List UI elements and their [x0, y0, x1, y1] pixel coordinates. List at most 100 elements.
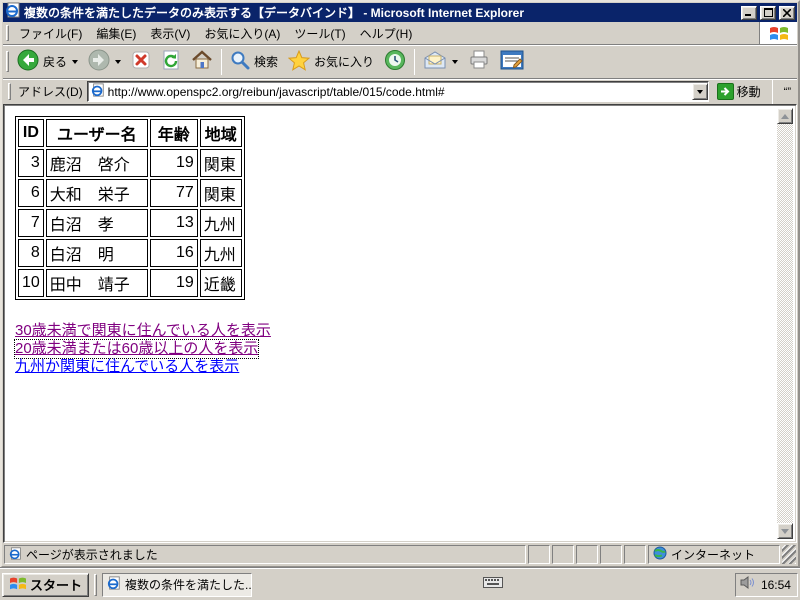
back-dropdown-icon[interactable]	[72, 59, 79, 64]
ime-keyboard-icon[interactable]	[483, 575, 504, 594]
chevron-down-icon	[697, 89, 704, 94]
cell-area: 関東	[199, 179, 242, 207]
toolbar-separator	[221, 48, 223, 75]
address-combo[interactable]	[86, 81, 709, 102]
menu-file[interactable]: ファイル(F)	[12, 23, 89, 44]
menu-edit[interactable]: 編集(E)	[89, 23, 143, 44]
page-ie-icon	[91, 83, 105, 100]
menu-tools[interactable]: ツール(T)	[287, 23, 352, 44]
back-icon	[17, 49, 39, 74]
vertical-scrollbar[interactable]	[777, 108, 793, 539]
status-message: ページが表示されました	[26, 548, 158, 562]
taskbar-clock[interactable]: 16:54	[761, 578, 791, 592]
back-button[interactable]: 戻る	[12, 45, 83, 78]
go-button[interactable]: 移動	[713, 82, 765, 101]
cell-id: 8	[18, 239, 44, 267]
address-bar: アドレス(D) 移動 “”	[3, 78, 797, 105]
scroll-up-button[interactable]	[777, 108, 793, 124]
refresh-icon	[161, 50, 181, 73]
links-band[interactable]: “”	[780, 86, 795, 98]
edit-button[interactable]	[495, 46, 529, 77]
zone-label: インターネット	[671, 548, 756, 562]
web-page: ID ユーザー名 年齢 地域 3 鹿沼 啓介 19 関東 6 大和 栄子 77 …	[7, 108, 777, 539]
table-row: 7 白沼 孝 13 九州	[18, 209, 242, 237]
cell-id: 6	[18, 179, 44, 207]
menu-help[interactable]: ヘルプ(H)	[353, 23, 420, 44]
resize-grip[interactable]	[782, 545, 796, 564]
close-button[interactable]	[779, 5, 795, 20]
print-icon	[468, 50, 490, 73]
internet-globe-icon	[653, 546, 667, 563]
system-tray: 16:54	[734, 572, 798, 597]
table-row: 3 鹿沼 啓介 19 関東	[18, 149, 242, 177]
scroll-down-button[interactable]	[777, 523, 793, 539]
cell-id: 7	[18, 209, 44, 237]
start-button[interactable]: スタート	[2, 572, 90, 597]
col-header-area: 地域	[199, 119, 242, 147]
search-button[interactable]: 検索	[225, 46, 283, 77]
col-header-age: 年齢	[149, 119, 198, 147]
toolbar-separator	[414, 48, 416, 75]
favorites-button[interactable]: お気に入り	[283, 46, 379, 78]
titlebar[interactable]: 複数の条件を満たしたデータのみ表示する【データバインド】 - Microsoft…	[3, 2, 797, 23]
cell-area: 九州	[199, 209, 242, 237]
mail-icon	[423, 51, 447, 72]
window-title: 複数の条件を満たしたデータのみ表示する【データバインド】 - Microsoft…	[24, 6, 525, 20]
cell-age: 77	[149, 179, 198, 207]
scroll-track[interactable]	[777, 124, 793, 523]
table-row: 8 白沼 明 16 九州	[18, 239, 242, 267]
cell-name: 大和 栄子	[45, 179, 148, 207]
forward-button[interactable]	[83, 45, 126, 78]
cell-age: 19	[149, 149, 198, 177]
address-input[interactable]	[107, 83, 689, 100]
start-label: スタート	[30, 578, 83, 593]
favorites-label: お気に入り	[314, 55, 375, 69]
address-separator	[771, 78, 773, 105]
ie-window-icon	[5, 2, 21, 23]
task-label: 複数の条件を満たした...	[125, 578, 253, 592]
browser-viewport: ID ユーザー名 年齢 地域 3 鹿沼 啓介 19 関東 6 大和 栄子 77 …	[3, 104, 797, 543]
address-dropdown-button[interactable]	[691, 83, 708, 100]
print-button[interactable]	[463, 46, 495, 77]
search-label: 検索	[254, 55, 279, 69]
table-row: 6 大和 栄子 77 関東	[18, 179, 242, 207]
browser-window: 複数の条件を満たしたデータのみ表示する【データバインド】 - Microsoft…	[0, 0, 800, 568]
history-button[interactable]	[379, 45, 411, 78]
ie-task-icon	[107, 576, 121, 593]
cell-age: 19	[149, 269, 198, 297]
mail-button[interactable]	[418, 47, 463, 76]
link-kyushu-kanto[interactable]: 九州か関東に住んでいる人を表示	[15, 358, 239, 376]
minimize-button[interactable]	[741, 5, 757, 20]
menu-favorites[interactable]: お気に入り(A)	[197, 23, 287, 44]
cell-area: 九州	[199, 239, 242, 267]
cell-name: 田中 靖子	[45, 269, 148, 297]
windows-logo-throbber	[759, 22, 797, 44]
status-bar: ページが表示されました インターネット	[3, 543, 797, 565]
standard-toolbar: 戻る 検索 お気に入り	[3, 45, 797, 79]
taskbar-window-button[interactable]: 複数の条件を満たした...	[102, 572, 253, 597]
address-grip[interactable]	[8, 83, 11, 100]
arrow-up-icon	[781, 113, 789, 119]
user-table: ID ユーザー名 年齢 地域 3 鹿沼 啓介 19 関東 6 大和 栄子 77 …	[15, 116, 245, 300]
volume-icon[interactable]	[740, 575, 756, 595]
toolbar-grip[interactable]	[6, 50, 9, 73]
go-label: 移動	[736, 85, 761, 99]
refresh-button[interactable]	[156, 46, 186, 77]
taskbar-divider	[94, 573, 98, 596]
mail-dropdown-icon[interactable]	[452, 59, 459, 64]
page-ie-icon	[9, 546, 22, 563]
cell-name: 白沼 孝	[45, 209, 148, 237]
forward-dropdown-icon[interactable]	[115, 59, 122, 64]
filter-links: 30歳未満で関東に住んでいる人を表示 20歳未満または60歳以上の人を表示 九州…	[13, 322, 777, 376]
back-label: 戻る	[43, 55, 68, 69]
link-under30-kanto[interactable]: 30歳未満で関東に住んでいる人を表示	[15, 322, 271, 340]
link-under20-over60[interactable]: 20歳未満または60歳以上の人を表示	[13, 339, 260, 359]
cell-area: 関東	[199, 149, 242, 177]
menu-grip[interactable]	[6, 25, 9, 41]
stop-button[interactable]	[126, 46, 156, 77]
cell-id: 10	[18, 269, 44, 297]
maximize-button[interactable]	[760, 5, 776, 20]
cell-age: 13	[149, 209, 198, 237]
menu-view[interactable]: 表示(V)	[143, 23, 197, 44]
home-button[interactable]	[186, 46, 218, 77]
